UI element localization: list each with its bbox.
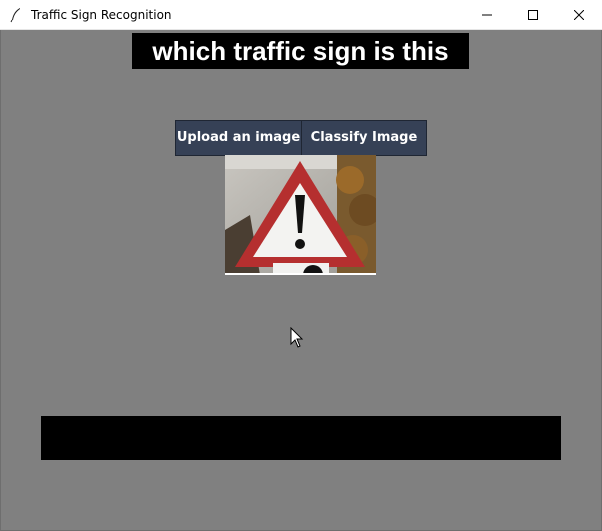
classify-image-button[interactable]: Classify Image (301, 120, 427, 156)
mouse-cursor-icon (290, 327, 304, 348)
feather-icon (10, 8, 20, 23)
maximize-button[interactable] (510, 0, 556, 30)
warning-sign-image (225, 155, 381, 275)
close-button[interactable] (556, 0, 602, 30)
result-label (41, 416, 561, 460)
maximize-icon (528, 10, 538, 20)
minimize-button[interactable] (464, 0, 510, 30)
window-title: Traffic Sign Recognition (31, 8, 172, 22)
uploaded-sign-image (225, 155, 381, 275)
page-heading: which traffic sign is this (132, 33, 469, 69)
title-bar: Traffic Sign Recognition (0, 0, 602, 30)
upload-image-button[interactable]: Upload an image (175, 120, 302, 156)
close-icon (574, 10, 584, 20)
minimize-icon (482, 14, 492, 16)
